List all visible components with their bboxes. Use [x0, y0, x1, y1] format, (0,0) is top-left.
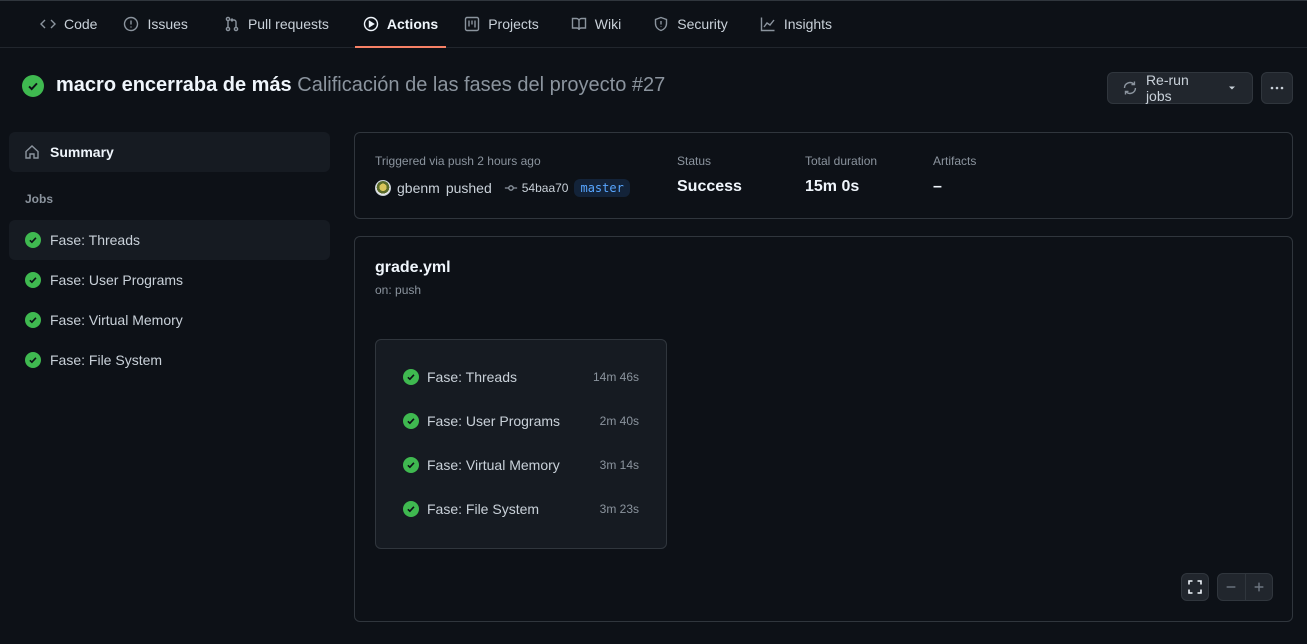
commit-sha: 54baa70 [521, 181, 569, 195]
repo-nav: Code Issues Pull requests Actions Projec… [0, 1, 1307, 48]
jobs-heading: Jobs [25, 192, 54, 206]
sync-icon [1123, 81, 1137, 95]
tab-label: Pull requests [247, 16, 329, 32]
graph-job-label: Fase: File System [427, 501, 540, 517]
tab-pull-requests[interactable]: Pull requests [216, 1, 337, 47]
duration-label: Total duration [805, 154, 878, 168]
tab-security[interactable]: Security [645, 1, 736, 47]
tab-label: Wiki [594, 16, 622, 32]
pusher-name[interactable]: gbenm [397, 180, 440, 196]
tab-label: Issues [147, 16, 188, 32]
plus-icon [1254, 582, 1264, 592]
job-label: Fase: User Programs [50, 272, 184, 288]
graph-job-duration: 2m 40s [599, 414, 639, 428]
graph-job-threads[interactable]: Fase: Threads 14m 46s [403, 365, 639, 389]
chevron-down-icon [1229, 86, 1236, 90]
run-title: macro encerraba de más [56, 74, 292, 96]
run-title-row: macro encerraba de más Calificación de l… [22, 74, 665, 97]
status-label: Status [677, 154, 712, 168]
code-icon [40, 19, 56, 29]
graph-icon [760, 17, 775, 32]
kebab-horizontal-icon [1270, 86, 1284, 90]
tab-label: Insights [783, 16, 833, 32]
sidebar-job-virtual-memory[interactable]: Fase: Virtual Memory [9, 300, 330, 340]
job-label: Fase: Threads [50, 232, 141, 248]
check-circle-icon [25, 352, 41, 368]
minus-icon [1226, 586, 1236, 588]
check-circle-icon [403, 413, 419, 429]
page-title: macro encerraba de más Calificación de l… [56, 74, 665, 97]
tab-insights[interactable]: Insights [752, 1, 840, 47]
avatar[interactable] [375, 180, 391, 196]
graph-job-duration: 3m 14s [599, 458, 639, 472]
check-circle-icon [25, 272, 41, 288]
rerun-jobs-button[interactable]: Re-run jobs [1107, 72, 1253, 104]
home-icon [25, 145, 39, 159]
job-group-box: Fase: Threads 14m 46s Fase: User Program… [375, 339, 667, 549]
graph-job-label: Fase: User Programs [427, 413, 561, 429]
sidebar-job-file-system[interactable]: Fase: File System [9, 340, 330, 380]
tab-actions[interactable]: Actions [354, 1, 447, 48]
fullscreen-button[interactable] [1181, 573, 1209, 601]
fullscreen-icon [1188, 580, 1202, 594]
check-circle-icon [22, 74, 44, 97]
trigger-text: Triggered via push 2 hours ago [375, 154, 541, 168]
tab-code[interactable]: Code [32, 1, 105, 47]
graph-job-duration: 3m 23s [599, 502, 639, 516]
project-icon [465, 16, 480, 32]
tab-issues[interactable]: Issues [115, 1, 195, 47]
sidebar-job-user-programs[interactable]: Fase: User Programs [9, 260, 330, 300]
duration-value: 15m 0s [805, 178, 860, 195]
graph-job-label: Fase: Virtual Memory [427, 457, 560, 473]
zoom-controls [1217, 573, 1273, 601]
sidebar-summary[interactable]: Summary [9, 132, 330, 172]
sidebar-job-threads[interactable]: Fase: Threads [9, 220, 330, 260]
workflow-graph-card: grade.yml on: push Fase: Threads 14m 46s… [354, 236, 1293, 622]
commit-icon [504, 185, 517, 191]
zoom-out-button[interactable] [1218, 574, 1245, 600]
check-circle-icon [403, 457, 419, 473]
book-icon [571, 17, 586, 31]
more-options-button[interactable] [1261, 72, 1293, 104]
artifacts-label: Artifacts [933, 154, 977, 168]
rerun-label: Re-run jobs [1145, 72, 1189, 104]
check-circle-icon [25, 312, 41, 328]
tab-label: Code [64, 16, 98, 32]
graph-job-duration: 14m 46s [592, 370, 639, 384]
check-circle-icon [25, 232, 41, 248]
check-circle-icon [403, 369, 419, 385]
play-icon [363, 16, 379, 32]
workflow-file-name: grade.yml [375, 259, 451, 276]
tab-label: Security [677, 16, 728, 32]
artifacts-value: – [933, 178, 942, 195]
workflow-trigger: on: push [375, 283, 422, 297]
tab-projects[interactable]: Projects [456, 1, 547, 47]
status-value: Success [677, 178, 742, 195]
pull-request-icon [225, 16, 239, 32]
shield-icon [655, 16, 668, 32]
job-label: Fase: File System [50, 352, 163, 368]
issue-icon [124, 16, 139, 32]
tab-label: Actions [386, 16, 439, 32]
summary-label: Summary [50, 144, 114, 160]
graph-job-virtual-memory[interactable]: Fase: Virtual Memory 3m 14s [403, 453, 639, 477]
branch-label[interactable]: master [574, 179, 630, 197]
check-circle-icon [403, 501, 419, 517]
run-info-card: Triggered via push 2 hours ago gbenm pus… [354, 132, 1293, 219]
workflow-run-name: Calificación de las fases del proyecto #… [297, 74, 666, 96]
push-details: gbenm pushed 54baa70 master [375, 179, 630, 197]
graph-job-file-system[interactable]: Fase: File System 3m 23s [403, 497, 639, 521]
push-action: pushed [445, 180, 492, 196]
graph-job-user-programs[interactable]: Fase: User Programs 2m 40s [403, 409, 639, 433]
commit-sha-link[interactable]: 54baa70 [504, 181, 569, 195]
tab-label: Projects [488, 16, 539, 32]
job-label: Fase: Virtual Memory [50, 312, 183, 328]
zoom-in-button[interactable] [1244, 574, 1273, 600]
graph-job-label: Fase: Threads [427, 369, 518, 385]
tab-wiki[interactable]: Wiki [563, 1, 629, 47]
